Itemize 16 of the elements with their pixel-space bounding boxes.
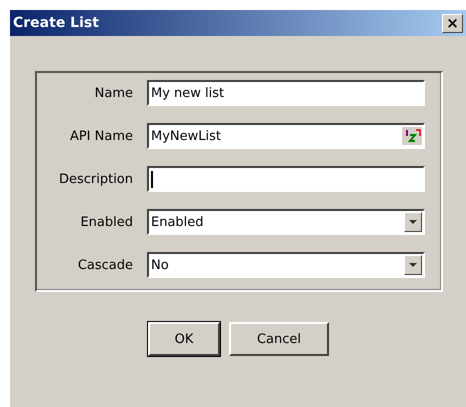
field-label: Enabled [79, 214, 133, 230]
dropdown[interactable]: No [147, 252, 425, 278]
ok-button[interactable]: OK [148, 322, 220, 356]
cancel-button[interactable]: Cancel [229, 322, 329, 356]
field-label: Cascade [76, 258, 133, 272]
field-label: Name [94, 86, 133, 100]
input-field[interactable]: My new list [147, 80, 425, 106]
input-field[interactable]: MyNewList [147, 123, 425, 149]
text-cursor [151, 170, 153, 188]
dropdown[interactable]: Enabled [147, 209, 425, 235]
field-label: API Name [68, 128, 133, 144]
number-sort-icon[interactable] [402, 127, 422, 145]
window-title: Create List [13, 15, 99, 31]
close-button[interactable]: × [442, 14, 463, 32]
input-field[interactable] [147, 166, 425, 192]
field-label: Description [58, 172, 133, 186]
